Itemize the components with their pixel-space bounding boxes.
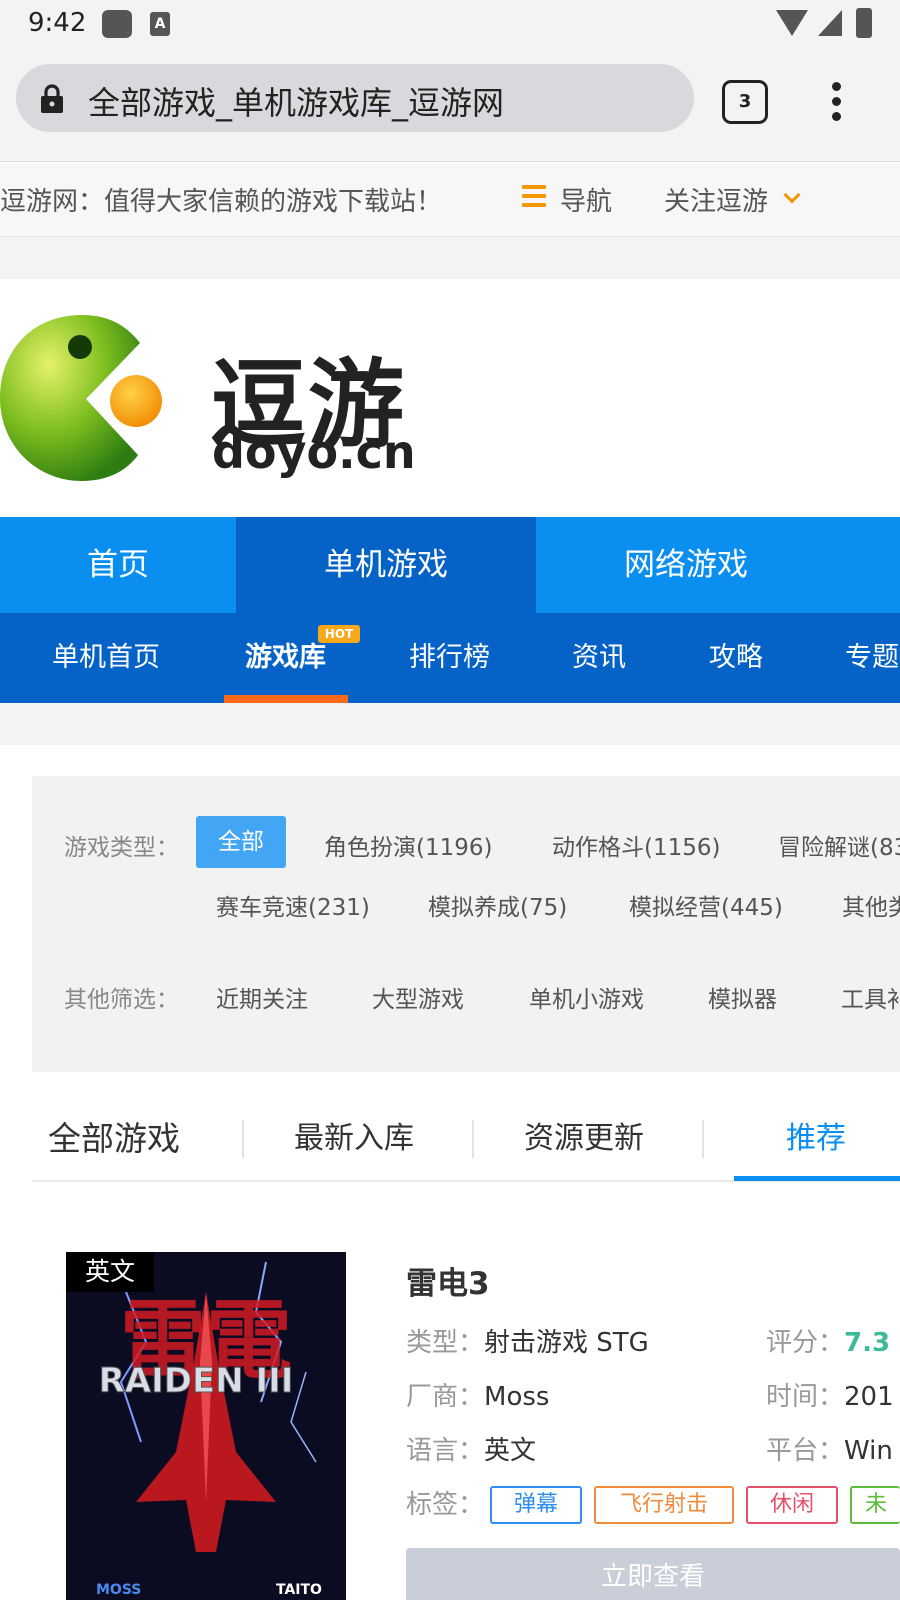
active-tab-indicator [734, 1176, 900, 1181]
game-cover-image[interactable]: 雷電 RAIDEN III MOSS TAITO [66, 1252, 346, 1600]
filter-option[interactable]: 角色扮演(1196) [324, 828, 492, 862]
wifi-icon [776, 10, 808, 36]
filter-option[interactable]: 大型游戏 [372, 980, 464, 1014]
active-tab-indicator [224, 695, 348, 703]
tag-chip[interactable]: 休闲 [746, 1486, 838, 1524]
divider [242, 1120, 244, 1158]
tag-chip[interactable]: 未 [850, 1486, 900, 1524]
browser-toolbar: 全部游戏_单机游戏库_逗游网 3 [0, 50, 900, 162]
filter-option[interactable]: 单机小游戏 [529, 980, 644, 1014]
tag-chip[interactable]: 弹幕 [490, 1486, 582, 1524]
status-bar: 9:42 A [0, 0, 900, 50]
tab-resource-updates[interactable]: 资源更新 [524, 1096, 644, 1182]
filter-option[interactable]: 动作格斗(1156) [552, 828, 720, 862]
logo-domain[interactable]: doyo.cn [212, 425, 416, 479]
filter-type-label: 游戏类型： [64, 835, 179, 861]
hamburger-icon[interactable] [522, 185, 546, 207]
spacer [0, 703, 900, 745]
site-logo-icon[interactable] [0, 315, 170, 481]
filter-panel: 游戏类型： 全部 角色扮演(1196) 动作格斗(1156) 冒险解谜(83 赛… [32, 776, 900, 1072]
game-language: 语言：英文 [406, 1436, 537, 1466]
filter-option[interactable]: 近期关注 [216, 980, 308, 1014]
address-bar[interactable]: 全部游戏_单机游戏库_逗游网 [16, 64, 694, 132]
sub-nav-news[interactable]: 资讯 [572, 613, 626, 703]
filter-option[interactable]: 冒险解谜(83 [778, 828, 900, 862]
signal-icon [818, 10, 842, 36]
app-notification-icon [102, 10, 132, 38]
sub-nav-rankings[interactable]: 排行榜 [409, 613, 490, 703]
battery-icon [856, 8, 872, 38]
spacer [0, 237, 900, 279]
filter-option[interactable]: 工具补 [841, 980, 900, 1014]
sub-nav-single-home[interactable]: 单机首页 [52, 613, 160, 703]
game-platform: 平台：Win [766, 1436, 893, 1466]
game-vendor: 厂商：Moss [406, 1382, 550, 1412]
tab-home[interactable]: 首页 [0, 517, 236, 613]
cover-vendor: MOSS [96, 1582, 141, 1598]
chevron-down-icon[interactable] [783, 186, 801, 204]
view-now-button[interactable]: 立即查看 [406, 1548, 900, 1600]
divider [702, 1120, 704, 1158]
main-nav: 首页 单机游戏 网络游戏 [0, 517, 900, 613]
site-slogan: 逗游网：值得大家信赖的游戏下载站！ [0, 187, 443, 217]
game-time: 时间：201 [766, 1382, 894, 1412]
hot-badge: HOT [318, 625, 360, 643]
site-top-bar: 逗游网：值得大家信赖的游戏下载站！ 导航 关注逗游 [0, 163, 900, 237]
tab-recommended[interactable]: 推荐 [786, 1096, 846, 1182]
filter-option[interactable]: 模拟养成(75) [428, 888, 567, 922]
tab-all-games[interactable]: 全部游戏 [48, 1096, 180, 1182]
sub-nav-guides[interactable]: 攻略 [709, 613, 763, 703]
tab-switcher-button[interactable]: 3 [722, 80, 768, 124]
filter-other-label: 其他筛选： [64, 987, 179, 1013]
tab-new-entries[interactable]: 最新入库 [294, 1096, 414, 1182]
game-type: 类型：射击游戏 STG [406, 1328, 649, 1358]
language-badge: 英文 [66, 1252, 154, 1292]
status-time: 9:42 [28, 8, 87, 38]
game-score: 评分：7.3 [766, 1328, 891, 1358]
keyboard-notification-icon: A [150, 12, 170, 36]
cover-title: RAIDEN III [99, 1361, 294, 1401]
logo-area: 逗游 doyo.cn [0, 279, 900, 517]
sub-nav: 单机首页 游戏库 HOT 排行榜 资讯 攻略 专题 [0, 613, 900, 703]
filter-option-all[interactable]: 全部 [196, 816, 286, 868]
filter-option[interactable]: 赛车竞速(231) [216, 888, 370, 922]
game-title[interactable]: 雷电3 [406, 1258, 490, 1303]
page-title: 全部游戏_单机游戏库_逗游网 [88, 84, 505, 122]
filter-option[interactable]: 模拟经营(445) [629, 888, 783, 922]
divider [472, 1120, 474, 1158]
more-menu-icon[interactable] [826, 78, 846, 130]
lock-icon [41, 84, 63, 113]
game-tags-label: 标签： [406, 1490, 485, 1520]
nav-link[interactable]: 导航 [560, 181, 612, 218]
sub-nav-game-library[interactable]: 游戏库 [245, 613, 326, 703]
sub-nav-topics[interactable]: 专题 [845, 613, 899, 703]
tab-single-games[interactable]: 单机游戏 [236, 517, 536, 613]
cover-publisher: TAITO [276, 1582, 322, 1598]
tag-chip[interactable]: 飞行射击 [594, 1486, 734, 1524]
filter-option[interactable]: 模拟器 [708, 980, 777, 1014]
list-tabs: 全部游戏 最新入库 资源更新 推荐 [32, 1096, 900, 1182]
filter-option[interactable]: 其他类 [842, 888, 900, 922]
follow-link[interactable]: 关注逗游 [664, 181, 768, 218]
tab-online-games[interactable]: 网络游戏 [536, 517, 836, 613]
